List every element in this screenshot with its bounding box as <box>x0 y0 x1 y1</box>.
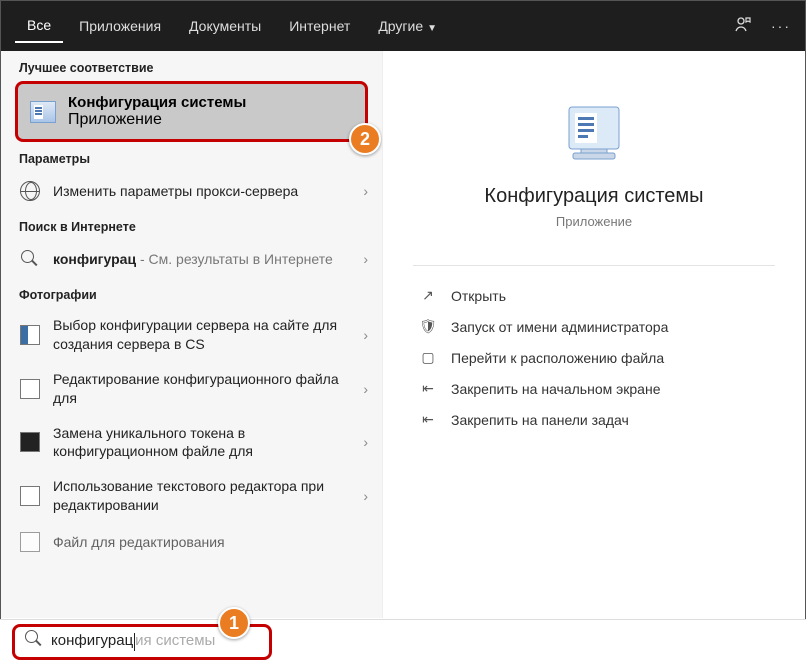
annotation-badge-1: 1 <box>218 607 250 639</box>
search-text: конфигурация системы <box>51 632 215 650</box>
photo-thumb-icon <box>19 485 41 507</box>
admin-icon: 🛡 <box>419 318 437 335</box>
photo-item-label: Выбор конфигурации сервера на сайте для … <box>53 316 351 354</box>
photo-item-label: Замена уникального токена в конфигурацио… <box>53 424 351 462</box>
photo-thumb-icon <box>19 324 41 346</box>
action-open-location[interactable]: ▢Перейти к расположению файла <box>413 342 775 373</box>
tab-all[interactable]: Все <box>15 9 63 43</box>
folder-icon: ▢ <box>419 349 437 366</box>
feedback-icon[interactable] <box>733 15 753 38</box>
action-open[interactable]: ↗Открыть <box>413 280 775 311</box>
action-pin-taskbar[interactable]: ⇤Закрепить на панели задач <box>413 404 775 435</box>
filter-tabs: Все Приложения Документы Интернет Другие… <box>15 9 733 43</box>
section-photos: Фотографии <box>1 278 382 308</box>
pin-start-icon: ⇤ <box>419 380 437 397</box>
settings-result-proxy[interactable]: Изменить параметры прокси-сервера › <box>1 172 382 210</box>
photo-result[interactable]: Замена уникального токена в конфигурацио… <box>1 416 382 470</box>
pin-taskbar-icon: ⇤ <box>419 411 437 428</box>
action-pin-start[interactable]: ⇤Закрепить на начальном экране <box>413 373 775 404</box>
msconfig-icon <box>30 101 56 123</box>
web-item-label: конфигурац - См. результаты в Интернете <box>53 250 351 269</box>
actions-list: ↗Открыть 🛡Запуск от имени администратора… <box>413 265 775 435</box>
chevron-right-icon: › <box>363 251 368 267</box>
top-bar: Все Приложения Документы Интернет Другие… <box>1 1 805 51</box>
search-icon <box>19 248 41 270</box>
globe-icon <box>19 180 41 202</box>
section-web: Поиск в Интернете <box>1 210 382 240</box>
chevron-right-icon: › <box>363 381 368 397</box>
photo-result[interactable]: Редактирование конфигурационного файла д… <box>1 362 382 416</box>
chevron-down-icon: ▼ <box>427 23 437 34</box>
photo-thumb-icon <box>19 531 41 553</box>
action-run-admin[interactable]: 🛡Запуск от имени администратора <box>413 311 775 342</box>
photo-item-label: Файл для редактирования <box>53 533 368 552</box>
detail-panel: Конфигурация системы Приложение ↗Открыть… <box>383 51 805 618</box>
chevron-right-icon: › <box>363 183 368 199</box>
web-result[interactable]: конфигурац - См. результаты в Интернете … <box>1 240 382 278</box>
best-match-subtitle: Приложение <box>68 111 353 129</box>
tab-documents[interactable]: Документы <box>177 10 273 42</box>
detail-subtitle: Приложение <box>413 214 775 229</box>
results-panel: Лучшее соответствие Конфигурация системы… <box>1 51 383 618</box>
chevron-right-icon: › <box>363 488 368 504</box>
photo-result[interactable]: Использование текстового редактора при р… <box>1 469 382 523</box>
msconfig-large-icon <box>559 101 629 171</box>
open-icon: ↗ <box>419 287 437 304</box>
best-match-title: Конфигурация системы <box>68 94 353 111</box>
tab-more[interactable]: Другие▼ <box>366 10 449 42</box>
search-bar: конфигурация системы 1 <box>0 619 806 663</box>
photo-result[interactable]: Выбор конфигурации сервера на сайте для … <box>1 308 382 362</box>
tab-apps[interactable]: Приложения <box>67 10 173 42</box>
detail-title: Конфигурация системы <box>413 185 775 208</box>
chevron-right-icon: › <box>363 434 368 450</box>
tab-internet[interactable]: Интернет <box>277 10 362 42</box>
best-match-result[interactable]: Конфигурация системы Приложение 2 <box>15 81 368 142</box>
photo-thumb-icon <box>19 431 41 453</box>
chevron-right-icon: › <box>363 327 368 343</box>
more-icon[interactable]: ··· <box>771 18 791 34</box>
photo-item-label: Редактирование конфигурационного файла д… <box>53 370 351 408</box>
photo-result[interactable]: Файл для редактирования <box>1 523 382 561</box>
photo-thumb-icon <box>19 378 41 400</box>
annotation-badge-2: 2 <box>349 123 381 155</box>
search-icon <box>25 630 43 653</box>
settings-item-label: Изменить параметры прокси-сервера <box>53 182 351 201</box>
photo-item-label: Использование текстового редактора при р… <box>53 477 351 515</box>
section-settings: Параметры <box>1 142 382 172</box>
section-best-match: Лучшее соответствие <box>1 51 382 81</box>
